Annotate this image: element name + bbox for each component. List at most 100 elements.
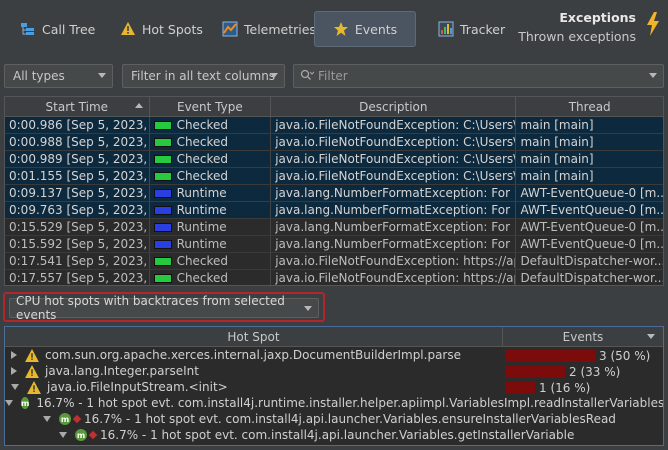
expand-right-icon[interactable] [11, 367, 17, 375]
sort-descending-icon [647, 334, 655, 339]
hot-spot-marker-icon [88, 430, 98, 440]
tree-node-label: java.io.FileInputStream.<init> [47, 380, 228, 394]
description-cell: java.io.FileNotFoundException: https://a… [271, 253, 517, 269]
start-time-cell: 0:00.989 [Sep 5, 2023, ... [5, 151, 150, 167]
table-row[interactable]: 0:00.986 [Sep 5, 2023, ... Checked java.io… [5, 117, 663, 134]
events-cell: 1 (16 %) [505, 381, 590, 395]
hot-spots-button[interactable]: Hot Spots [110, 11, 213, 47]
table-row[interactable]: 0:15.592 [Sep 5, 2023, ... Runtime java.la… [5, 236, 663, 253]
tree-node[interactable]: m 16.7% - 1 hot spot evt. com.install4j.a… [5, 427, 663, 443]
thread-cell: AWT-EventQueue-0 [m... [520, 237, 663, 251]
backtrace-select-value: CPU hot spots with backtraces from selec… [16, 294, 285, 322]
column-header-thread[interactable]: Thread [516, 97, 663, 116]
table-row[interactable]: 0:17.541 [Sep 5, 2023, ... Checked java.io… [5, 253, 663, 270]
call-tree-button[interactable]: Call Tree [10, 11, 105, 47]
start-time-cell: 0:17.541 [Sep 5, 2023, ... [5, 253, 150, 269]
event-type-swatch [153, 273, 172, 283]
telemetries-label: Telemetries [244, 21, 316, 37]
expand-down-icon[interactable] [59, 432, 67, 438]
tree-node[interactable]: java.lang.Integer.parseInt 2 (33 %) [5, 363, 663, 379]
event-type-cell: Runtime [150, 236, 272, 252]
expand-right-icon[interactable] [11, 351, 17, 359]
warning-icon [120, 21, 136, 37]
exceptions-header: Exceptions Thrown exceptions [518, 10, 636, 44]
view-toolbar: Call Tree Hot Spots Telemetries Events T… [0, 0, 668, 56]
start-time-cell: 0:15.529 [Sep 5, 2023, ... [5, 219, 150, 235]
events-bar [505, 382, 535, 394]
event-type-cell: Checked [150, 134, 272, 150]
hot-spot-marker-icon [30, 400, 35, 406]
thread-cell: AWT-EventQueue-0 [m... [520, 220, 663, 234]
table-row[interactable]: 0:00.989 [Sep 5, 2023, ... Checked java.io… [5, 151, 663, 168]
column-header-hot-spot[interactable]: Hot Spot [5, 327, 503, 346]
table-row[interactable]: 0:17.557 [Sep 5, 2023, ... Checked java.io… [5, 270, 663, 285]
thread-cell: main [main] [520, 152, 594, 166]
start-time-cell: 0:00.986 [Sep 5, 2023, ... [5, 117, 150, 133]
expand-down-icon[interactable] [5, 400, 13, 406]
events-count: 2 (33 %) [569, 365, 621, 379]
column-filter-select[interactable]: Filter in all text columns [122, 64, 285, 88]
description-cell: java.io.FileNotFoundException: C:\Users\… [271, 117, 517, 133]
events-bar [505, 366, 565, 378]
backtrace-select-highlight: CPU hot spots with backtraces from selec… [3, 292, 325, 322]
table-row[interactable]: 0:15.529 [Sep 5, 2023, ... Runtime java.la… [5, 219, 663, 236]
event-type-swatch [153, 205, 172, 215]
tree-node[interactable]: com.sun.org.apache.xerces.internal.jaxp.… [5, 347, 663, 363]
hot-spot-body: com.sun.org.apache.xerces.internal.jaxp.… [5, 347, 663, 443]
telemetries-button[interactable]: Telemetries [212, 11, 326, 47]
description-cell: java.lang.NumberFormatException: For inp… [271, 236, 517, 252]
thread-cell: DefaultDispatcher-wor... [520, 254, 663, 268]
events-button[interactable]: Events [314, 11, 416, 47]
table-row[interactable]: 0:09.763 [Sep 5, 2023, ... Runtime java.la… [5, 202, 663, 219]
start-time-cell: 0:15.592 [Sep 5, 2023, ... [5, 236, 150, 252]
column-header-event-type[interactable]: Event Type [150, 97, 272, 116]
table-row[interactable]: 0:00.988 [Sep 5, 2023, ... Checked java.io… [5, 134, 663, 151]
table-row[interactable]: 0:01.155 [Sep 5, 2023, ... Checked java.io… [5, 168, 663, 185]
hot-spot-header: Hot Spot Events [5, 327, 663, 347]
hot-spot-marker-icon [72, 414, 82, 424]
backtrace-select[interactable]: CPU hot spots with backtraces from selec… [9, 294, 319, 322]
filter-input[interactable] [318, 69, 638, 83]
tracker-button[interactable]: Tracker [428, 11, 515, 47]
column-header-events[interactable]: Events [503, 327, 663, 346]
start-time-cell: 0:17.557 [Sep 5, 2023, ... [5, 270, 150, 285]
description-cell: java.io.FileNotFoundException: C:\Users\… [271, 168, 517, 184]
event-type-swatch [153, 222, 172, 232]
expand-down-icon[interactable] [11, 384, 19, 390]
search-icon [300, 69, 315, 84]
description-cell: java.lang.NumberFormatException: For inp… [271, 185, 517, 201]
event-type-cell: Checked [150, 168, 272, 184]
events-cell: 2 (33 %) [505, 365, 620, 379]
tree-node[interactable]: m 16.7% - 1 hot spot evt. com.install4j.a… [5, 411, 663, 427]
event-type-cell: Checked [150, 151, 272, 167]
star-icon [333, 21, 349, 37]
tree-node-label: 16.7% - 1 hot spot evt. com.install4j.ap… [84, 412, 616, 426]
filter-search-box[interactable] [293, 64, 664, 88]
thread-cell: main [main] [520, 169, 594, 183]
event-type-swatch [153, 120, 172, 130]
warning-icon [27, 380, 41, 394]
column-header-description[interactable]: Description [271, 97, 517, 116]
event-type-cell: Checked [150, 117, 272, 133]
chevron-down-icon [270, 73, 278, 78]
tree-node[interactable]: m 16.7% - 1 hot spot evt. com.install4j.r… [5, 395, 663, 411]
chevron-down-icon[interactable] [649, 73, 657, 78]
event-type-swatch [153, 137, 172, 147]
event-type-cell: Runtime [150, 202, 272, 218]
expand-down-icon[interactable] [43, 416, 51, 422]
description-cell: java.io.FileNotFoundException: C:\Users\… [271, 134, 517, 150]
event-type-swatch [153, 188, 172, 198]
tracker-icon [438, 21, 454, 37]
start-time-cell: 0:09.137 [Sep 5, 2023, ... [5, 185, 150, 201]
telemetries-icon [222, 21, 238, 37]
type-filter-select[interactable]: All types [4, 64, 113, 88]
hot-spot-tree: Hot Spot Events com.sun.org.apache.xerce… [4, 326, 664, 446]
table-row[interactable]: 0:09.137 [Sep 5, 2023, ... Runtime java.la… [5, 185, 663, 202]
warning-icon [25, 348, 39, 362]
tree-node-label: 16.7% - 1 hot spot evt. com.install4j.ru… [36, 396, 664, 410]
tree-node[interactable]: java.io.FileInputStream.<init> 1 (16 %) [5, 379, 663, 395]
event-type-cell: Runtime [150, 219, 272, 235]
chevron-down-icon [304, 306, 312, 311]
column-header-start-time[interactable]: Start Time [5, 97, 150, 116]
description-cell: java.lang.NumberFormatException: For inp… [271, 219, 517, 235]
